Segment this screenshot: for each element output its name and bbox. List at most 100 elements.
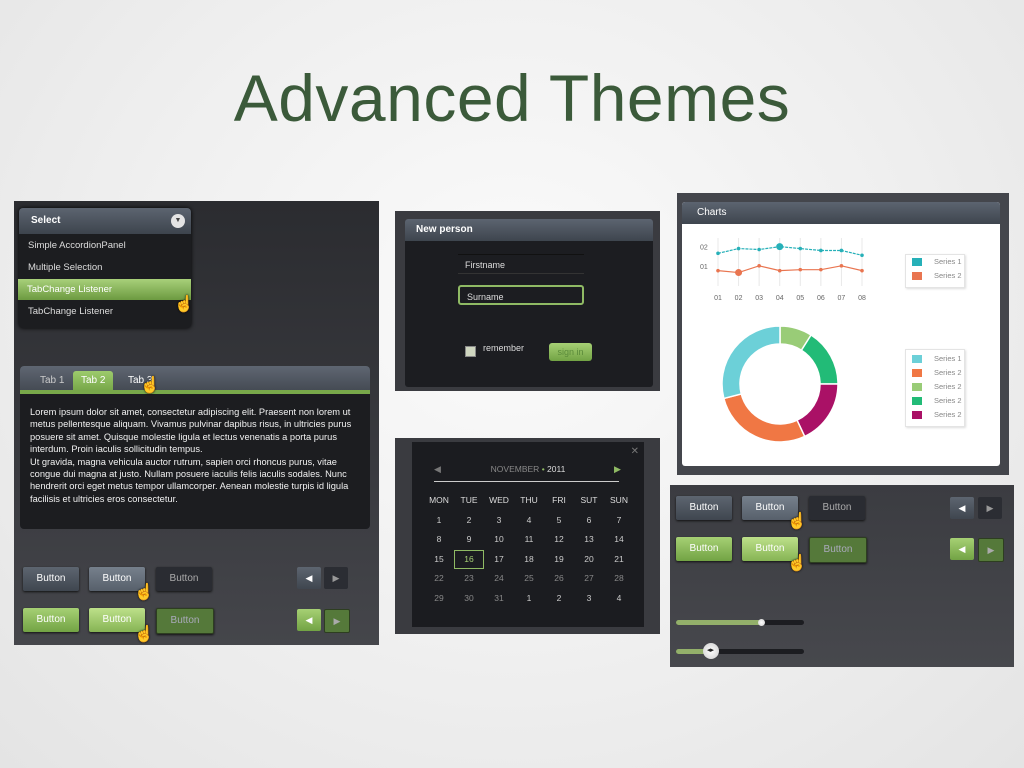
select-option[interactable]: Simple AccordionPanel [19,235,191,256]
x-tick-label: 04 [776,295,784,302]
calendar-day[interactable]: 9 [454,530,484,550]
calendar-day[interactable]: 15 [424,550,454,570]
button-dark[interactable]: Button [23,567,79,591]
calendar-day[interactable]: 2 [454,511,484,531]
button-green-disabled[interactable]: Button [809,537,867,563]
data-point [736,246,741,251]
button-green[interactable]: Button [676,537,732,561]
button-dark-disabled[interactable]: Button [156,567,212,591]
next-arrow-button[interactable]: ▶ [324,567,348,589]
remember-checkbox[interactable] [465,346,476,357]
prev-arrow-button-green[interactable]: ◀ [950,538,974,560]
next-arrow-button-green[interactable]: ▶ [978,538,1004,562]
select-dropdown[interactable]: Select ▼ [19,208,191,234]
calendar-day[interactable]: 14 [604,530,634,550]
charts-panel: Charts 01 02 03 04 05 06 07 08 01 02 Series 1 Ser… [677,193,1009,475]
button-green[interactable]: Button [23,608,79,632]
y-tick-label: 01 [700,264,708,271]
weekday-header: TUE [460,495,478,505]
calendar-day[interactable]: 23 [454,569,484,589]
calendar-day[interactable]: 21 [604,550,634,570]
calendar-day[interactable]: 31 [484,589,514,609]
calendar-day-next-month[interactable]: 3 [574,589,604,609]
next-arrow-button[interactable]: ▶ [978,497,1002,519]
surname-input[interactable]: Surname [458,285,584,305]
calendar-day[interactable]: 4 [514,511,544,531]
calendar-day[interactable]: 22 [424,569,454,589]
data-point [839,248,844,253]
legend-label: Series 2 [934,410,962,419]
tab-2[interactable]: Tab 2 [73,371,114,390]
select-menu: Select ▼ Simple AccordionPanel Multiple … [18,208,194,328]
button-green-disabled[interactable]: Button [156,608,214,634]
calendar-day[interactable]: 12 [544,530,574,550]
data-point [839,264,844,268]
prev-arrow-button-green[interactable]: ◀ [297,609,321,631]
calendar-day[interactable]: 24 [484,569,514,589]
calendar-day[interactable]: 29 [424,589,454,609]
data-point [860,268,864,273]
donut-chart [721,325,839,443]
weekday-header: FRI [552,495,566,505]
select-option[interactable]: TabChange Listener [19,301,191,322]
calendar-day[interactable]: 18 [514,550,544,570]
chevron-down-icon[interactable]: ▼ [171,214,185,228]
calendar-day[interactable]: 3 [484,511,514,531]
data-point [716,268,720,273]
calendar-panel: ✕ ◀ NOVEMBER • 2011 ▶ MON TUE WED THU FRI SUT… [395,438,660,634]
legend-label: Series 1 [934,354,962,363]
close-icon[interactable]: ✕ [631,446,639,457]
firstname-input[interactable]: Firstname [458,254,584,274]
legend-item: Series 2 [906,408,964,422]
legend-swatch [912,383,922,391]
calendar-day[interactable]: 20 [574,550,604,570]
weekday-header: SUT [580,495,598,505]
weekday-header: MON [429,495,449,505]
calendar-day[interactable]: 17 [484,550,514,570]
calendar-day[interactable]: 25 [514,569,544,589]
slider-2[interactable]: ◂▸ [676,643,804,659]
calendar-day-next-month[interactable]: 1 [514,589,544,609]
calendar-day[interactable]: 30 [454,589,484,609]
calendar-day[interactable]: 5 [544,511,574,531]
button-dark-disabled[interactable]: Button [809,496,865,520]
data-point [860,253,864,258]
data-point [819,267,823,272]
calendar-day[interactable]: 8 [424,530,454,550]
calendar-day[interactable]: 16 [454,549,484,569]
legend-swatch [912,355,922,363]
slider-1[interactable] [676,619,804,626]
calendar-day[interactable]: 1 [424,511,454,531]
sign-in-button[interactable]: sign in [549,343,592,361]
donut-slice [721,325,781,400]
select-option[interactable]: Multiple Selection [19,257,191,278]
calendar-day[interactable]: 27 [574,569,604,589]
slider-handle[interactable] [758,619,766,626]
x-tick-label: 06 [817,295,825,302]
tab-1[interactable]: Tab 1 [32,371,72,390]
calendar-day-next-month[interactable]: 2 [544,589,574,609]
select-option-selected[interactable]: TabChange Listener [18,279,191,300]
calendar-day[interactable]: 10 [484,530,514,550]
calendar-day-next-month[interactable]: 4 [604,589,634,609]
calendar-day[interactable]: 7 [604,511,634,531]
next-month-icon[interactable]: ▶ [614,464,621,475]
prev-arrow-button[interactable]: ◀ [297,567,321,589]
slider-handle[interactable]: ◂▸ [702,643,719,659]
weekday-header: WED [489,495,509,505]
button-dark[interactable]: Button [676,496,732,520]
calendar-day[interactable]: 26 [544,569,574,589]
calendar-day[interactable]: 28 [604,569,634,589]
data-point [716,251,720,256]
calendar-year: 2011 [547,464,566,474]
calendar-day[interactable]: 6 [574,511,604,531]
calendar-day[interactable]: 13 [574,530,604,550]
theme-preview-left: Select ▼ Simple AccordionPanel Multiple … [14,201,379,645]
page-title: Advanced Themes [233,61,791,135]
next-arrow-button-green[interactable]: ▶ [324,609,350,633]
calendar-day[interactable]: 11 [514,530,544,550]
x-tick-label: 05 [796,295,804,302]
prev-arrow-button[interactable]: ◀ [950,497,974,519]
calendar: ✕ ◀ NOVEMBER • 2011 ▶ MON TUE WED THU FRI SUT… [412,442,644,627]
calendar-day[interactable]: 19 [544,550,574,570]
